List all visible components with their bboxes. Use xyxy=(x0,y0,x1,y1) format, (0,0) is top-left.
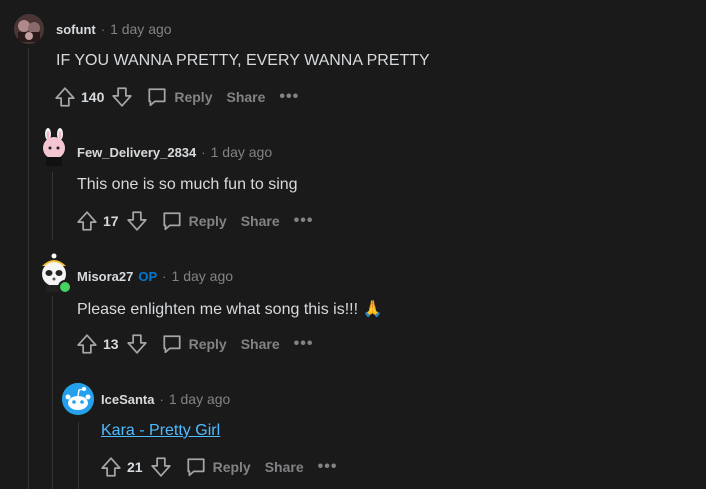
comment-actions-3: 13 Reply Share ••• xyxy=(75,331,313,357)
reply-label: Reply xyxy=(188,336,227,352)
comment-actions-2: 17 Reply Share ••• xyxy=(75,208,313,234)
upvote-icon[interactable] xyxy=(75,209,99,233)
comment-actions-1: 140 Reply Share ••• xyxy=(53,84,299,110)
avatar-icesanta[interactable] xyxy=(62,383,94,415)
share-button[interactable]: Share xyxy=(226,89,265,105)
vote-score: 13 xyxy=(103,336,119,352)
comment-bubble-icon xyxy=(186,458,205,477)
comment-bubble-icon xyxy=(162,212,181,231)
comment-body-3: Please enlighten me what song this is!!!… xyxy=(77,301,383,318)
thread-line-root[interactable] xyxy=(28,48,29,489)
op-badge: OP xyxy=(138,269,158,284)
separator-dot: · xyxy=(162,269,167,284)
timestamp[interactable]: 1 day ago xyxy=(211,144,273,160)
upvote-icon[interactable] xyxy=(75,332,99,356)
author-name[interactable]: IceSanta xyxy=(101,392,154,407)
comment-meta-2: Few_Delivery_2834 · 1 day ago xyxy=(77,144,272,160)
more-icon[interactable]: ••• xyxy=(279,88,299,106)
comment-meta-3: Misora27 OP · 1 day ago xyxy=(77,268,233,284)
comment-meta-1: sofunt · 1 day ago xyxy=(56,21,172,37)
share-button[interactable]: Share xyxy=(265,459,304,475)
separator-dot: · xyxy=(159,392,164,407)
vote-score: 140 xyxy=(81,89,105,105)
comment-meta-4: IceSanta · 1 day ago xyxy=(101,391,230,407)
share-button[interactable]: Share xyxy=(241,213,280,229)
downvote-icon[interactable] xyxy=(149,455,173,479)
author-name[interactable]: sofunt xyxy=(56,22,96,37)
reply-button[interactable]: Reply xyxy=(161,333,227,355)
timestamp[interactable]: 1 day ago xyxy=(172,268,234,284)
downvote-icon[interactable] xyxy=(125,209,149,233)
timestamp[interactable]: 1 day ago xyxy=(110,21,172,37)
upvote-icon[interactable] xyxy=(99,455,123,479)
share-button[interactable]: Share xyxy=(241,336,280,352)
reply-button[interactable]: Reply xyxy=(161,210,227,232)
vote-score: 21 xyxy=(127,459,143,475)
timestamp[interactable]: 1 day ago xyxy=(169,391,231,407)
reply-label: Reply xyxy=(212,459,251,475)
downvote-icon[interactable] xyxy=(125,332,149,356)
reply-button[interactable]: Reply xyxy=(185,456,251,478)
comment-body-4: Kara - Pretty Girl xyxy=(101,422,220,440)
upvote-icon[interactable] xyxy=(53,85,77,109)
comment-bubble-icon xyxy=(162,335,181,354)
online-status-icon xyxy=(58,280,72,294)
separator-dot: · xyxy=(100,22,106,37)
author-name[interactable]: Misora27 xyxy=(77,269,133,284)
author-name[interactable]: Few_Delivery_2834 xyxy=(77,145,196,160)
reply-label: Reply xyxy=(174,89,213,105)
thread-line-level3[interactable] xyxy=(78,422,79,489)
reply-label: Reply xyxy=(188,213,227,229)
more-icon[interactable]: ••• xyxy=(294,335,314,353)
comment-bubble-icon xyxy=(148,88,166,107)
vote-score: 17 xyxy=(103,213,119,229)
comment-actions-4: 21 Reply Share ••• xyxy=(99,454,337,480)
comment-body-1: IF YOU WANNA PRETTY, EVERY WANNA PRETTY xyxy=(56,52,430,69)
song-link[interactable]: Kara - Pretty Girl xyxy=(101,422,220,439)
avatar-few-delivery[interactable] xyxy=(38,128,70,166)
thread-line-level2[interactable] xyxy=(52,172,53,240)
avatar-misora27[interactable] xyxy=(36,252,72,294)
more-icon[interactable]: ••• xyxy=(294,212,314,230)
reply-button[interactable]: Reply xyxy=(146,86,212,108)
thread-line-level2b[interactable] xyxy=(52,296,53,489)
more-icon[interactable]: ••• xyxy=(318,458,338,476)
separator-dot: · xyxy=(201,145,206,160)
avatar-sofunt[interactable] xyxy=(14,14,44,44)
downvote-icon[interactable] xyxy=(110,85,134,109)
comment-body-2: This one is so much fun to sing xyxy=(77,176,298,193)
